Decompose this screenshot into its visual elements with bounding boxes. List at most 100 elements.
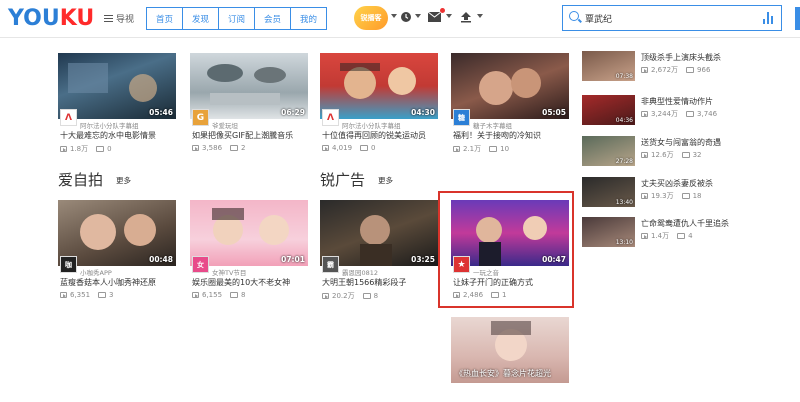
more-link-selfie[interactable]: 更多 (116, 175, 131, 186)
play-count-icon (192, 292, 199, 298)
sidebar-title[interactable]: 非典型性爱情动作片 (641, 96, 713, 107)
menu-icon (104, 15, 113, 22)
video-card[interactable]: 03:25 霸 霸恩园0812 大明王朝1566精彩段子 20.2万 8 (320, 200, 438, 300)
sidebar-item[interactable]: 07:38 顶级杀手上演床头截杀 2,672万 966 (582, 51, 792, 83)
uploader-avatar[interactable]: 女 (192, 256, 209, 273)
comment-count: 0 (107, 145, 112, 153)
sidebar-thumbnail[interactable]: 13:10 (582, 217, 635, 247)
video-title[interactable]: 十位值得再回顾的锐美运动员 (322, 130, 426, 141)
comment-icon (362, 293, 371, 299)
video-caption: 《热血长安》暮念片花超光 (455, 369, 551, 378)
sidebar-thumbnail[interactable]: 04:36 (582, 95, 635, 125)
uploader-name[interactable]: 女神TV节目 (212, 267, 246, 277)
uploader-avatar[interactable]: 咖 (60, 256, 77, 273)
video-card[interactable]: 06:29 G 爷爱玩坦 如果把像买GIF配上潮騰音乐 3,586 2 (190, 53, 308, 152)
sidebar-title[interactable]: 顶级杀手上演床头截杀 (641, 52, 721, 63)
video-stats: 20.2万 8 (322, 291, 378, 301)
mail-icon[interactable] (427, 10, 441, 24)
sidebar-stats: 1.4万 4 (641, 231, 693, 241)
youku-logo[interactable]: YOUKU (8, 6, 94, 31)
more-link-ads[interactable]: 更多 (378, 175, 393, 186)
video-title[interactable]: 如果把像买GIF配上潮騰音乐 (192, 130, 293, 141)
video-title[interactable]: 福利！关于接吻的冷知识 (453, 130, 541, 141)
video-card[interactable]: 05:05 糖 糖子木字幕组 福利！关于接吻的冷知识 2.1万 10 (451, 53, 569, 153)
video-thumbnail[interactable]: 《热血长安》暮念片花超光 (451, 317, 569, 383)
video-duration: 05:46 (149, 108, 173, 117)
chevron-down-icon[interactable] (391, 14, 397, 18)
uploader-name[interactable]: 爷爱玩坦 (212, 120, 238, 130)
tab-discover[interactable]: 发现 (182, 7, 219, 30)
uploader-name[interactable]: 阿尔法小分队字幕组 (80, 120, 139, 130)
video-card[interactable]: 05:46 Λ 阿尔法小分队字幕组 十大最难忘的水中电影情景 1.8万 0 (58, 53, 176, 153)
video-title[interactable]: 蓝瘦香菇本人小咖秀神还原 (60, 277, 156, 288)
channel-badge[interactable]: 锐播客 (354, 6, 388, 30)
search-box[interactable] (562, 5, 782, 31)
nav-toggle-button[interactable]: 导视 (104, 12, 134, 25)
comment-count: 10 (500, 145, 510, 153)
search-icon[interactable] (569, 11, 579, 21)
comment-count: 3,746 (697, 110, 718, 118)
play-count-icon (453, 146, 460, 152)
comment-icon (686, 111, 695, 117)
uploader-name[interactable]: 霸恩园0812 (342, 267, 378, 277)
chevron-down-icon[interactable] (477, 14, 483, 18)
sidebar-item[interactable]: 13:40 丈夫买凶杀妻反被杀 19.3万 18 (582, 177, 792, 209)
view-count: 6,351 (70, 291, 91, 299)
video-title[interactable]: 大明王朝1566精彩段子 (322, 277, 406, 288)
comment-icon (489, 146, 498, 152)
sidebar-stats: 12.6万 32 (641, 150, 702, 160)
tab-mine[interactable]: 我的 (290, 7, 327, 30)
video-title[interactable]: 十大最难忘的水中电影情景 (60, 130, 156, 141)
sidebar-item[interactable]: 13:10 亡命鸳鸯遭仇人千里追杀 1.4万 4 (582, 217, 792, 249)
comment-icon (360, 145, 369, 151)
sidebar-item[interactable]: 27:28 送货女与闯富翁的奇遇 12.6万 32 (582, 136, 792, 168)
sidebar-thumbnail[interactable]: 13:40 (582, 177, 635, 207)
tab-vip[interactable]: 会员 (254, 7, 291, 30)
upload-icon[interactable] (459, 10, 473, 24)
sidebar-thumbnail[interactable]: 07:38 (582, 51, 635, 81)
video-duration: 04:36 (615, 117, 633, 124)
view-count: 6,155 (202, 291, 223, 299)
trending-chart-icon[interactable] (762, 12, 773, 24)
uploader-avatar[interactable]: Λ (322, 109, 339, 126)
video-title[interactable]: 娱乐圈最美的10大不老女神 (192, 277, 290, 288)
video-duration: 27:28 (615, 158, 633, 165)
video-card[interactable]: 00:48 咖 小咖秀APP 蓝瘦香菇本人小咖秀神还原 6,351 3 (58, 200, 176, 299)
sidebar-thumbnail[interactable]: 27:28 (582, 136, 635, 166)
sidebar-stats: 19.3万 18 (641, 191, 702, 201)
video-card[interactable]: 04:30 Λ 阿尔法小分队字幕组 十位值得再回顾的锐美运动员 4,019 0 (320, 53, 438, 152)
video-duration: 07:38 (615, 73, 633, 80)
history-icon[interactable] (399, 10, 413, 24)
view-count: 20.2万 (332, 292, 355, 300)
comment-count: 8 (241, 291, 246, 299)
video-stats: 6,155 8 (192, 291, 246, 299)
uploader-avatar[interactable]: 霸 (322, 256, 339, 273)
uploader-avatar[interactable]: G (192, 109, 209, 126)
tab-subscribe[interactable]: 订阅 (218, 7, 255, 30)
play-count-icon (322, 145, 329, 151)
video-duration: 05:05 (542, 108, 566, 117)
comment-icon (681, 193, 690, 199)
comment-count: 2 (241, 144, 246, 152)
uploader-name[interactable]: 阿尔法小分队字幕组 (342, 120, 401, 130)
comment-count: 8 (373, 292, 379, 300)
sidebar-title[interactable]: 送货女与闯富翁的奇遇 (641, 137, 721, 148)
uploader-name[interactable]: 小咖秀APP (80, 267, 112, 277)
sidebar-title[interactable]: 丈夫买凶杀妻反被杀 (641, 178, 713, 189)
section-title-ads: 锐广告 (320, 171, 366, 189)
sidebar-item[interactable]: 04:36 非典型性爱情动作片 3,244万 3,746 (582, 95, 792, 127)
search-button[interactable] (795, 7, 800, 30)
uploader-name[interactable]: 糖子木字幕组 (473, 120, 512, 130)
video-card[interactable]: 07:01 女 女神TV节目 娱乐圈最美的10大不老女神 6,155 8 (190, 200, 308, 299)
chevron-down-icon[interactable] (415, 14, 421, 18)
sidebar-title[interactable]: 亡命鸳鸯遭仇人千里追杀 (641, 218, 729, 229)
uploader-avatar[interactable]: 糖 (453, 109, 470, 126)
comment-count: 0 (371, 144, 376, 152)
video-stats: 6,351 3 (60, 291, 114, 299)
tab-home[interactable]: 首页 (146, 7, 183, 30)
uploader-avatar[interactable]: Λ (60, 109, 77, 126)
play-count-icon (641, 67, 648, 73)
video-duration: 00:48 (149, 255, 173, 264)
search-input[interactable] (585, 10, 745, 26)
chevron-down-icon[interactable] (446, 14, 452, 18)
